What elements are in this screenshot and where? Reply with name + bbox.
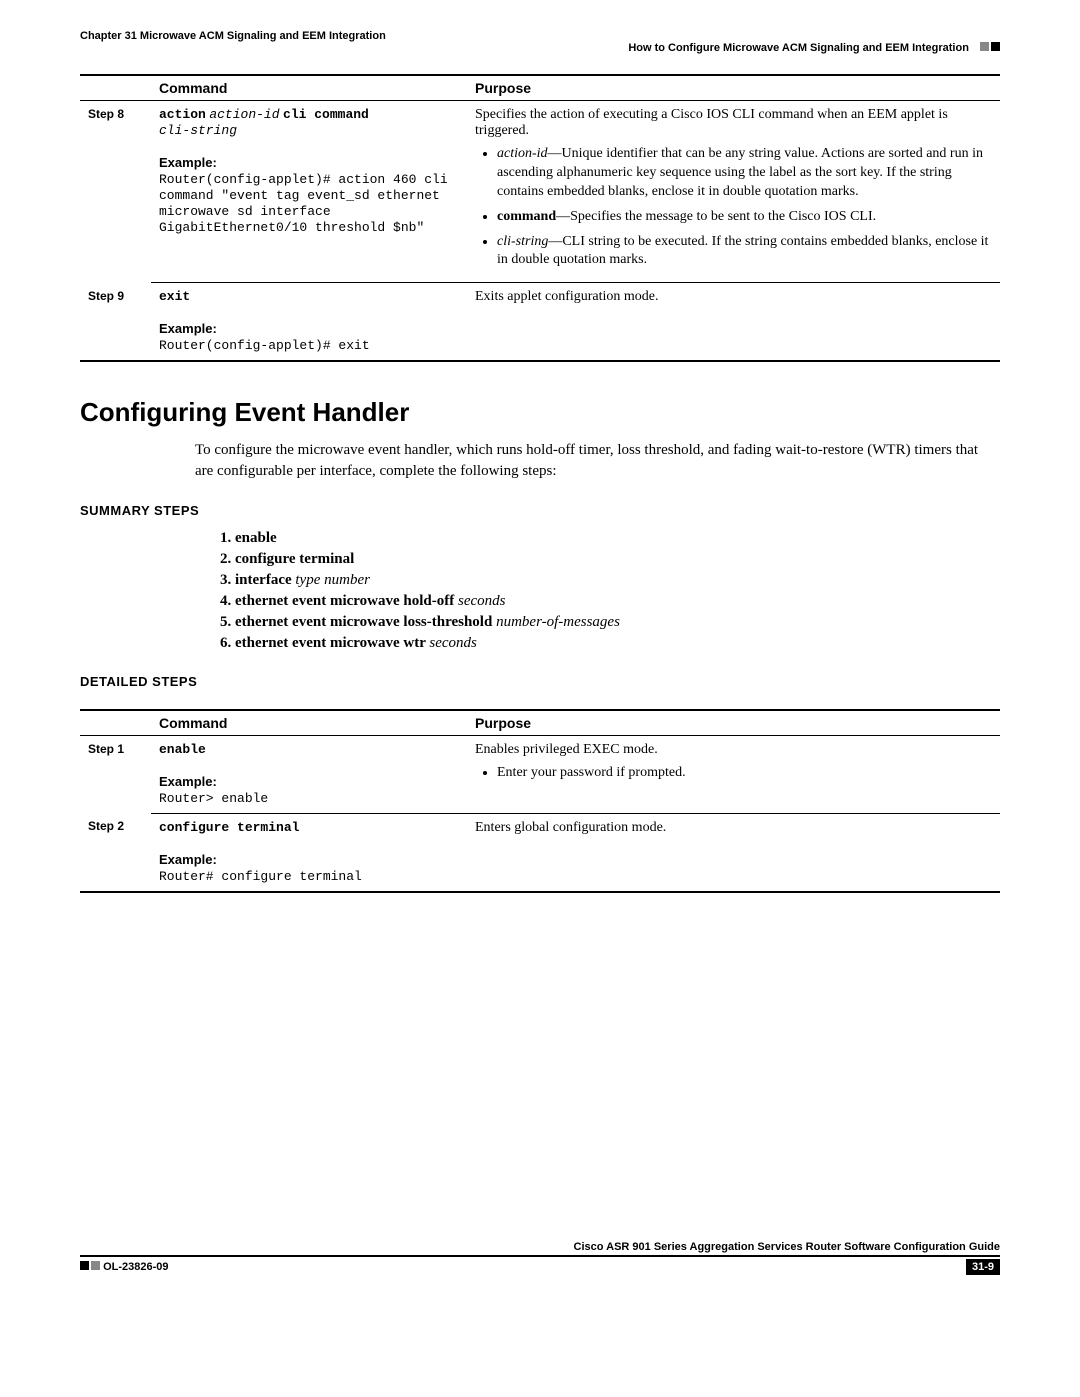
step-label: Step 1 xyxy=(80,735,151,813)
table2-header-command: Command xyxy=(151,710,467,736)
list-item: ethernet event microwave wtr seconds xyxy=(235,635,1000,652)
section-label: How to Configure Microwave ACM Signaling… xyxy=(628,42,969,54)
table-row: Step 2 configure terminal Example: Route… xyxy=(80,813,1000,892)
table1-header-command: Command xyxy=(151,75,467,101)
step-label: Step 9 xyxy=(80,283,151,362)
step-label: Step 8 xyxy=(80,101,151,283)
summary-steps-list: enable configure terminal interface type… xyxy=(195,530,1000,652)
list-item: configure terminal xyxy=(235,551,1000,568)
footer-marker-icon xyxy=(80,1261,100,1270)
header-marker-icon xyxy=(980,42,1000,51)
footer-doc-id: OL-23826-09 xyxy=(103,1261,168,1273)
table-row: Step 8 action action-id cli command cli-… xyxy=(80,101,1000,283)
summary-steps-label: SUMMARY STEPS xyxy=(80,503,1000,518)
page-header: Chapter 31 Microwave ACM Signaling and E… xyxy=(80,30,1000,54)
section-intro: To configure the microwave event handler… xyxy=(195,440,1000,481)
list-item: ethernet event microwave loss-threshold … xyxy=(235,614,1000,631)
section-heading: Configuring Event Handler xyxy=(80,397,1000,428)
page-number: 31-9 xyxy=(966,1259,1000,1275)
table-row: Step 9 exit Example: Router(config-apple… xyxy=(80,283,1000,362)
list-item: enable xyxy=(235,530,1000,547)
step-label: Step 2 xyxy=(80,813,151,892)
command-table-1: Command Purpose Step 8 action action-id … xyxy=(80,74,1000,362)
table-row: Step 1 enable Example: Router> enable En… xyxy=(80,735,1000,813)
list-item: ethernet event microwave hold-off second… xyxy=(235,593,1000,610)
table2-header-purpose: Purpose xyxy=(467,710,1000,736)
chapter-label: Chapter 31 Microwave ACM Signaling and E… xyxy=(80,30,1000,42)
page-footer: Cisco ASR 901 Series Aggregation Service… xyxy=(80,1241,1000,1275)
table1-header-purpose: Purpose xyxy=(467,75,1000,101)
list-item: interface type number xyxy=(235,572,1000,589)
footer-guide-title: Cisco ASR 901 Series Aggregation Service… xyxy=(80,1241,1000,1257)
detailed-steps-label: DETAILED STEPS xyxy=(80,674,1000,689)
command-table-2: Command Purpose Step 1 enable Example: R… xyxy=(80,709,1000,893)
